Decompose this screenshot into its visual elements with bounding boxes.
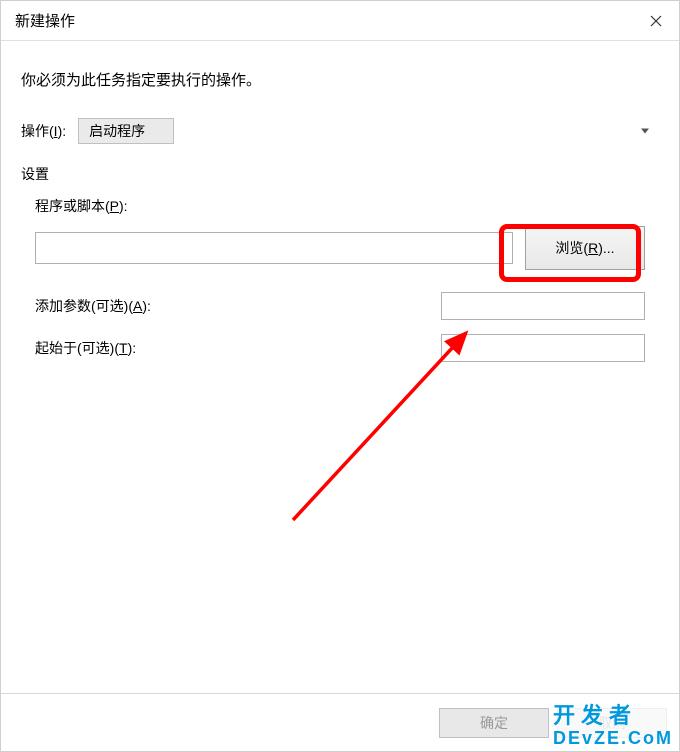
script-input[interactable] [35, 232, 513, 264]
dialog-content: 你必须为此任务指定要执行的操作。 操作(I): 启动程序 设置 程序或脚本(P)… [1, 41, 679, 693]
close-button[interactable] [633, 1, 679, 41]
script-label: 程序或脚本(P): [35, 196, 645, 216]
startin-label: 起始于(可选)(T): [35, 338, 136, 358]
action-row: 操作(I): 启动程序 [21, 118, 659, 144]
cancel-button[interactable]: 取消 [557, 708, 667, 738]
settings-group-label: 设置 [21, 164, 55, 184]
startin-input[interactable] [441, 334, 645, 362]
args-input[interactable] [441, 292, 645, 320]
script-row: 浏览(R)... [35, 226, 645, 270]
close-icon [650, 15, 662, 27]
args-label: 添加参数(可选)(A): [35, 296, 151, 316]
action-label: 操作(I): [21, 121, 66, 141]
ok-button[interactable]: 确定 [439, 708, 549, 738]
dialog-footer: 确定 取消 开发者 DEvZE.CoM [1, 693, 679, 751]
settings-group: 设置 程序或脚本(P): 浏览(R)... 添加参数(可选)(A): 起始于(可… [21, 166, 659, 386]
action-select-wrapper: 启动程序 [78, 118, 659, 144]
startin-row: 起始于(可选)(T): [35, 334, 645, 362]
args-row: 添加参数(可选)(A): [35, 292, 645, 320]
dialog-title: 新建操作 [15, 10, 75, 31]
title-bar: 新建操作 [1, 1, 679, 41]
browse-button[interactable]: 浏览(R)... [525, 226, 645, 270]
settings-inner: 程序或脚本(P): 浏览(R)... 添加参数(可选)(A): 起始于(可选)(… [21, 176, 659, 386]
instruction-text: 你必须为此任务指定要执行的操作。 [21, 69, 659, 90]
new-action-dialog: 新建操作 你必须为此任务指定要执行的操作。 操作(I): 启动程序 设置 程序或… [0, 0, 680, 752]
action-select[interactable]: 启动程序 [78, 118, 174, 144]
